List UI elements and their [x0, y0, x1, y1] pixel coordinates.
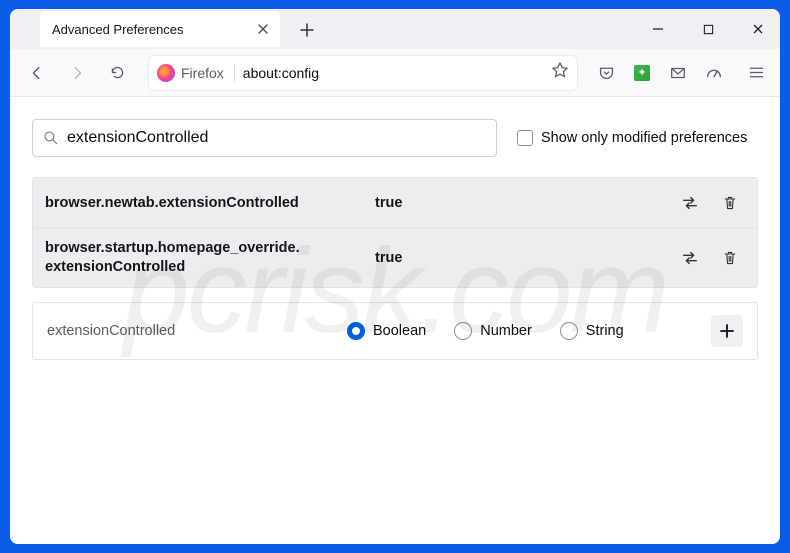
show-modified-label: Show only modified preferences — [541, 130, 747, 146]
toggle-icon — [681, 249, 699, 267]
search-icon — [43, 130, 59, 146]
search-row: Show only modified preferences — [32, 119, 758, 157]
radio-icon — [454, 322, 472, 340]
window-controls — [644, 9, 772, 49]
type-radios: Boolean Number String — [347, 322, 701, 340]
url-bar[interactable]: Firefox — [148, 55, 578, 91]
radio-label: Number — [480, 323, 532, 339]
titlebar: Advanced Preferences — [10, 9, 780, 49]
pref-name: browser.startup.homepage_override. exten… — [45, 239, 365, 277]
extension-icon[interactable]: ✦ — [632, 63, 652, 83]
radio-number[interactable]: Number — [454, 322, 532, 340]
toggle-button[interactable] — [675, 188, 705, 218]
toolbar-right-icons: ✦ — [592, 63, 770, 83]
add-pref-row: extensionControlled Boolean Number Strin… — [33, 303, 757, 359]
new-tab-button[interactable] — [294, 17, 320, 43]
forward-button[interactable] — [60, 56, 94, 90]
radio-boolean[interactable]: Boolean — [347, 322, 426, 340]
pref-value: true — [375, 195, 665, 211]
back-button[interactable] — [20, 56, 54, 90]
about-config-content: Show only modified preferences browser.n… — [10, 97, 780, 544]
toggle-button[interactable] — [675, 243, 705, 273]
pocket-icon[interactable] — [596, 63, 616, 83]
nav-toolbar: Firefox ✦ — [10, 49, 780, 97]
radio-icon — [347, 322, 365, 340]
url-input[interactable] — [243, 65, 543, 81]
plus-icon — [720, 324, 734, 338]
radio-label: Boolean — [373, 323, 426, 339]
pref-row: browser.newtab.extensionControlled true — [33, 178, 757, 229]
firefox-logo-icon — [157, 64, 175, 82]
inbox-icon[interactable] — [668, 63, 688, 83]
close-tab-icon[interactable] — [254, 20, 272, 38]
checkbox-icon — [517, 130, 533, 146]
prefs-list: browser.newtab.extensionControlled true … — [32, 177, 758, 288]
trash-icon — [722, 250, 738, 266]
tab-title: Advanced Preferences — [52, 22, 184, 37]
add-pref-section: extensionControlled Boolean Number Strin… — [32, 302, 758, 360]
pref-name: browser.newtab.extensionControlled — [45, 194, 365, 213]
add-pref-name: extensionControlled — [47, 323, 337, 339]
radio-string[interactable]: String — [560, 322, 624, 340]
minimize-button[interactable] — [644, 15, 672, 43]
trash-icon — [722, 195, 738, 211]
delete-button[interactable] — [715, 188, 745, 218]
toggle-icon — [681, 194, 699, 212]
radio-icon — [560, 322, 578, 340]
add-button[interactable] — [711, 315, 743, 347]
close-window-button[interactable] — [744, 15, 772, 43]
browser-window: Advanced Preferences — [10, 9, 780, 544]
delete-button[interactable] — [715, 243, 745, 273]
pref-value: true — [375, 250, 665, 266]
maximize-button[interactable] — [694, 15, 722, 43]
identity-box[interactable]: Firefox — [157, 64, 235, 82]
identity-label: Firefox — [181, 65, 224, 81]
show-modified-checkbox[interactable]: Show only modified preferences — [517, 130, 747, 146]
gauge-icon[interactable] — [704, 63, 724, 83]
menu-button[interactable] — [746, 63, 766, 83]
reload-button[interactable] — [100, 56, 134, 90]
pref-row: browser.startup.homepage_override. exten… — [33, 229, 757, 287]
tab-advanced-preferences[interactable]: Advanced Preferences — [40, 11, 280, 47]
radio-label: String — [586, 323, 624, 339]
config-search-box[interactable] — [32, 119, 497, 157]
config-search-input[interactable] — [67, 129, 486, 147]
bookmark-star-icon[interactable] — [551, 61, 569, 84]
